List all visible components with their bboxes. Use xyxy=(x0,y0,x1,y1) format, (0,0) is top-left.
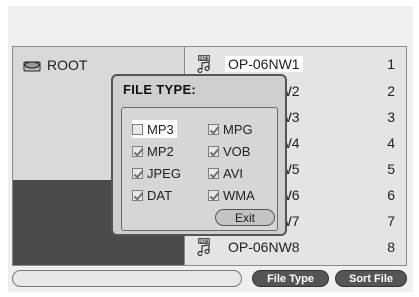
option-label: DAT xyxy=(147,187,173,203)
checkbox-checked-icon xyxy=(208,145,219,157)
root-label: ROOT xyxy=(47,57,88,73)
option-label: VOB xyxy=(223,143,251,159)
mp3-file-icon: MP3 xyxy=(197,238,217,257)
file-type-dialog: FILE TYPE: MP3 MPG MP2 VOB JPEG AVI DAT xyxy=(111,74,287,236)
file-row-1[interactable]: MP3 OP-06NW1 1 xyxy=(185,53,407,75)
option-label: MP2 xyxy=(147,143,174,159)
option-label: MPG xyxy=(223,121,253,137)
option-dat[interactable]: DAT xyxy=(132,186,172,204)
file-name: OP-06NW8 xyxy=(228,239,300,255)
file-number: 6 xyxy=(387,187,395,203)
disc-drive-icon xyxy=(23,59,41,72)
checkbox-checked-icon xyxy=(208,167,219,179)
file-number: 8 xyxy=(387,239,395,255)
option-mp3[interactable]: MP3 xyxy=(132,120,177,138)
option-wma[interactable]: WMA xyxy=(208,186,255,204)
option-label: AVI xyxy=(223,165,243,181)
option-avi[interactable]: AVI xyxy=(208,164,243,182)
checkbox-icon xyxy=(132,123,143,135)
dialog-title: FILE TYPE: xyxy=(123,82,197,97)
checkbox-checked-icon xyxy=(208,189,219,201)
mp3-file-icon: MP3 xyxy=(197,55,217,74)
file-number: 1 xyxy=(387,56,395,72)
option-mpg[interactable]: MPG xyxy=(208,120,253,138)
sort-file-button[interactable]: Sort File xyxy=(335,270,407,287)
option-mp2[interactable]: MP2 xyxy=(132,142,174,160)
option-label: WMA xyxy=(223,187,255,203)
option-label: MP3 xyxy=(147,121,174,137)
option-jpeg[interactable]: JPEG xyxy=(132,164,181,182)
checkbox-checked-icon xyxy=(132,167,143,179)
svg-text:MP3: MP3 xyxy=(199,239,210,245)
file-number: 7 xyxy=(387,213,395,229)
checkbox-checked-icon xyxy=(132,145,143,157)
file-type-button[interactable]: File Type xyxy=(252,270,329,287)
exit-button[interactable]: Exit xyxy=(215,209,275,226)
checkbox-checked-icon xyxy=(132,189,143,201)
path-field xyxy=(12,270,242,287)
file-number: 3 xyxy=(387,109,395,125)
file-number: 4 xyxy=(387,135,395,151)
bottom-bar: File Type Sort File xyxy=(12,270,407,288)
file-type-options: MP3 MPG MP2 VOB JPEG AVI DAT WMA Exit xyxy=(121,107,278,231)
file-number: 2 xyxy=(387,83,395,99)
root-folder-item[interactable]: ROOT xyxy=(23,55,87,75)
option-label: JPEG xyxy=(147,165,181,181)
svg-text:MP3: MP3 xyxy=(199,56,210,62)
option-vob[interactable]: VOB xyxy=(208,142,250,160)
file-row-8[interactable]: MP3 OP-06NW8 8 xyxy=(185,236,407,258)
file-name-selected: OP-06NW1 xyxy=(225,56,303,72)
file-number: 5 xyxy=(387,161,395,177)
checkbox-checked-icon xyxy=(208,123,219,135)
